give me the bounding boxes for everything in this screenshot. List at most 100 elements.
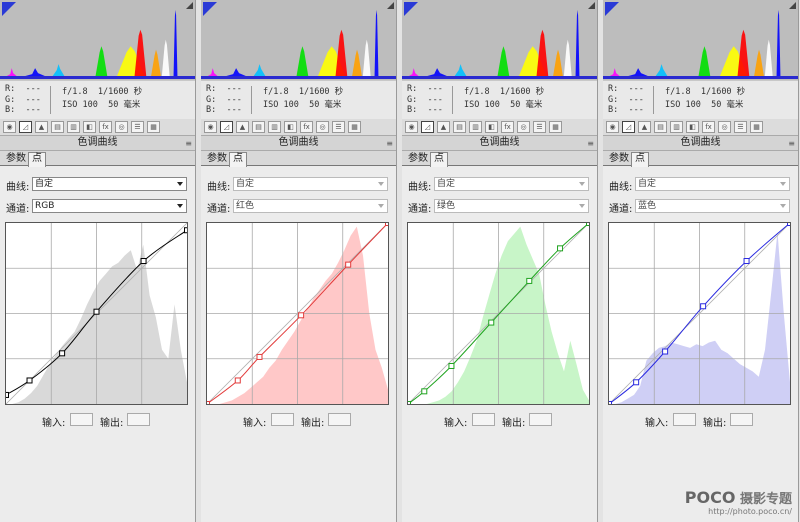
curve-control-point[interactable] bbox=[633, 379, 640, 386]
curve-control-point[interactable] bbox=[526, 277, 533, 284]
tab-parametric[interactable]: 参数 bbox=[204, 153, 230, 165]
curve-control-point[interactable] bbox=[26, 377, 33, 384]
input-field[interactable] bbox=[271, 413, 294, 426]
split-tone-icon[interactable]: ▥ bbox=[469, 121, 482, 133]
curve-control-point[interactable] bbox=[59, 350, 66, 357]
presets-icon[interactable]: ☰ bbox=[533, 121, 546, 133]
hsl-icon[interactable]: ▤ bbox=[453, 121, 466, 133]
camera-calibration-icon[interactable]: ◎ bbox=[115, 121, 128, 133]
curve-preset-select[interactable]: 自定 bbox=[233, 177, 388, 191]
input-field[interactable] bbox=[70, 413, 93, 426]
panel-menu-icon[interactable]: ≡ bbox=[386, 137, 393, 151]
curve-graph-svg[interactable] bbox=[207, 223, 388, 404]
curve-preset-select[interactable]: 自定 bbox=[32, 177, 187, 191]
curve-control-point[interactable] bbox=[609, 401, 612, 405]
tone-curve-icon[interactable]: ◿ bbox=[220, 121, 233, 133]
curve-graph-svg[interactable] bbox=[408, 223, 589, 404]
curve-control-point[interactable] bbox=[385, 223, 389, 226]
curve-control-point[interactable] bbox=[448, 362, 455, 369]
output-field[interactable] bbox=[127, 413, 150, 426]
presets-icon[interactable]: ☰ bbox=[131, 121, 144, 133]
tab-parametric[interactable]: 参数 bbox=[405, 153, 431, 165]
curve-control-point[interactable] bbox=[586, 223, 590, 226]
hsl-icon[interactable]: ▤ bbox=[51, 121, 64, 133]
split-tone-icon[interactable]: ▥ bbox=[268, 121, 281, 133]
curve-control-point[interactable] bbox=[298, 312, 305, 319]
curve-preset-select[interactable]: 自定 bbox=[434, 177, 589, 191]
output-field[interactable] bbox=[529, 413, 552, 426]
curve-control-point[interactable] bbox=[140, 258, 147, 265]
curve-control-point[interactable] bbox=[93, 308, 100, 315]
curve-control-point[interactable] bbox=[557, 245, 564, 252]
shadow-clipping-icon[interactable] bbox=[605, 2, 619, 16]
input-field[interactable] bbox=[673, 413, 696, 426]
detail-icon[interactable]: ▲ bbox=[638, 121, 651, 133]
tone-curve-icon[interactable]: ◿ bbox=[622, 121, 635, 133]
tab-point[interactable]: 点 bbox=[229, 152, 247, 167]
snapshots-icon[interactable]: ▦ bbox=[348, 121, 361, 133]
curve-control-point[interactable] bbox=[6, 391, 9, 398]
curve-control-point[interactable] bbox=[787, 223, 791, 226]
curve-control-point[interactable] bbox=[184, 227, 188, 234]
output-field[interactable] bbox=[328, 413, 351, 426]
lens-icon[interactable]: ◧ bbox=[83, 121, 96, 133]
tab-parametric[interactable]: 参数 bbox=[3, 153, 29, 165]
fx-icon[interactable]: fx bbox=[300, 121, 313, 133]
highlight-clipping-icon[interactable] bbox=[387, 2, 394, 9]
camera-calibration-icon[interactable]: ◎ bbox=[517, 121, 530, 133]
curve-control-point[interactable] bbox=[256, 353, 263, 360]
curve-graph[interactable] bbox=[206, 222, 389, 405]
curve-control-point[interactable] bbox=[345, 261, 352, 268]
basic-icon[interactable]: ◉ bbox=[606, 121, 619, 133]
camera-calibration-icon[interactable]: ◎ bbox=[718, 121, 731, 133]
curve-control-point[interactable] bbox=[488, 319, 495, 326]
curve-control-point[interactable] bbox=[234, 377, 241, 384]
tab-point[interactable]: 点 bbox=[430, 152, 448, 167]
input-field[interactable] bbox=[472, 413, 495, 426]
detail-icon[interactable]: ▲ bbox=[236, 121, 249, 133]
highlight-clipping-icon[interactable] bbox=[789, 2, 796, 9]
tone-curve-icon[interactable]: ◿ bbox=[421, 121, 434, 133]
highlight-clipping-icon[interactable] bbox=[186, 2, 193, 9]
curve-graph[interactable] bbox=[407, 222, 590, 405]
curve-control-point[interactable] bbox=[408, 401, 411, 405]
snapshots-icon[interactable]: ▦ bbox=[147, 121, 160, 133]
channel-select[interactable]: 绿色 bbox=[434, 199, 589, 213]
curve-preset-select[interactable]: 自定 bbox=[635, 177, 790, 191]
panel-menu-icon[interactable]: ≡ bbox=[185, 137, 192, 151]
hsl-icon[interactable]: ▤ bbox=[252, 121, 265, 133]
panel-menu-icon[interactable]: ≡ bbox=[788, 137, 795, 151]
presets-icon[interactable]: ☰ bbox=[734, 121, 747, 133]
fx-icon[interactable]: fx bbox=[702, 121, 715, 133]
highlight-clipping-icon[interactable] bbox=[588, 2, 595, 9]
channel-select[interactable]: 红色 bbox=[233, 199, 388, 213]
channel-select[interactable]: 蓝色 bbox=[635, 199, 790, 213]
tone-curve-icon[interactable]: ◿ bbox=[19, 121, 32, 133]
curve-control-point[interactable] bbox=[207, 401, 210, 405]
lens-icon[interactable]: ◧ bbox=[485, 121, 498, 133]
curve-control-point[interactable] bbox=[662, 348, 669, 355]
shadow-clipping-icon[interactable] bbox=[2, 2, 16, 16]
split-tone-icon[interactable]: ▥ bbox=[67, 121, 80, 133]
presets-icon[interactable]: ☰ bbox=[332, 121, 345, 133]
snapshots-icon[interactable]: ▦ bbox=[549, 121, 562, 133]
snapshots-icon[interactable]: ▦ bbox=[750, 121, 763, 133]
channel-select[interactable]: RGB bbox=[32, 199, 187, 213]
camera-calibration-icon[interactable]: ◎ bbox=[316, 121, 329, 133]
curve-graph[interactable] bbox=[608, 222, 791, 405]
lens-icon[interactable]: ◧ bbox=[284, 121, 297, 133]
curve-graph[interactable] bbox=[5, 222, 188, 405]
split-tone-icon[interactable]: ▥ bbox=[670, 121, 683, 133]
curve-graph-svg[interactable] bbox=[6, 223, 187, 404]
output-field[interactable] bbox=[730, 413, 753, 426]
fx-icon[interactable]: fx bbox=[501, 121, 514, 133]
shadow-clipping-icon[interactable] bbox=[203, 2, 217, 16]
fx-icon[interactable]: fx bbox=[99, 121, 112, 133]
tab-parametric[interactable]: 参数 bbox=[606, 153, 632, 165]
basic-icon[interactable]: ◉ bbox=[204, 121, 217, 133]
tab-point[interactable]: 点 bbox=[28, 152, 46, 167]
hsl-icon[interactable]: ▤ bbox=[654, 121, 667, 133]
shadow-clipping-icon[interactable] bbox=[404, 2, 418, 16]
lens-icon[interactable]: ◧ bbox=[686, 121, 699, 133]
basic-icon[interactable]: ◉ bbox=[405, 121, 418, 133]
